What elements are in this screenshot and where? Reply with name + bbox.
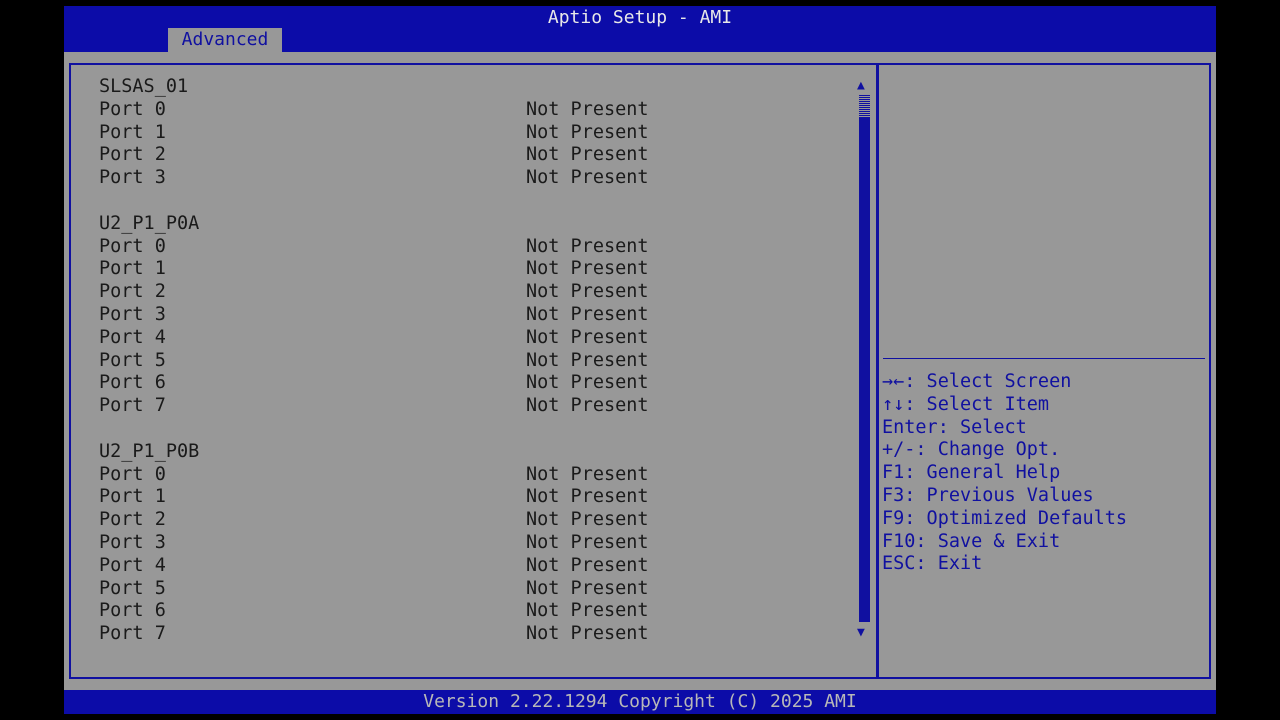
port-status: Not Present [526,577,649,599]
port-label: Port 3 [99,303,166,325]
help-line: F3: Previous Values [882,484,1094,506]
panel-divider [876,65,879,677]
help-line: +/-: Change Opt. [882,439,1061,461]
scrollbar-thumb[interactable] [859,95,870,117]
port-row: Port 1 Not Present [99,486,839,509]
help-separator [883,358,1205,359]
port-row: Port 2 Not Present [99,281,839,304]
help-line: ESC: Exit [882,553,983,575]
tab-advanced[interactable]: Advanced [168,28,282,52]
main-frame: SLSAS_01 Port 0 Not Present Port 1 Not Prese… [69,63,1211,679]
port-label: Port 5 [99,349,166,371]
port-status: Not Present [526,463,649,485]
port-label: Port 3 [99,167,166,189]
help-line: Enter: Select [882,416,1027,438]
port-status: Not Present [526,349,649,371]
port-row: Port 0 Not Present [99,464,839,487]
scroll-up-icon[interactable]: ▲ [857,79,865,93]
help-line: ↑↓: Select Item [882,393,1050,415]
port-label: Port 5 [99,577,166,599]
port-row: Port 1 Not Present [99,122,839,145]
port-status: Not Present [526,395,649,417]
app-title: Aptio Setup - AMI [547,7,733,28]
port-label: Port 4 [99,554,166,576]
port-status: Not Present [526,121,649,143]
port-status: Not Present [526,144,649,166]
scrollbar[interactable] [859,95,870,622]
port-label: Port 2 [99,281,166,303]
port-row: Port 6 Not Present [99,372,839,395]
port-label: Port 1 [99,486,166,508]
help-line: F1: General Help [882,462,1061,484]
port-row: Port 7 Not Present [99,395,839,418]
scroll-down-icon[interactable]: ▼ [857,626,865,640]
port-label: Port 4 [99,326,166,348]
port-row: Port 2 Not Present [99,509,839,532]
port-status: Not Present [526,258,649,280]
port-label: Port 2 [99,509,166,531]
port-label: Port 6 [99,372,166,394]
port-label: Port 7 [99,623,166,645]
port-status: Not Present [526,600,649,622]
port-row: Port 2 Not Present [99,144,839,167]
port-row: Port 0 Not Present [99,99,839,122]
port-row: Port 4 Not Present [99,327,839,350]
port-row: Port 7 Not Present [99,623,839,646]
port-label: Port 7 [99,395,166,417]
help-line: F10: Save & Exit [882,530,1061,552]
port-status: Not Present [526,509,649,531]
port-status: Not Present [526,554,649,576]
port-row: Port 0 Not Present [99,236,839,259]
help-panel: →←: Select Screen ↑↓: Select Item Enter: S… [882,371,1127,576]
help-line: →←: Select Screen [882,371,1072,392]
port-status: Not Present [526,303,649,325]
port-list: SLSAS_01 Port 0 Not Present Port 1 Not Prese… [99,76,839,646]
port-label: Port 2 [99,144,166,166]
port-row: Port 3 Not Present [99,532,839,555]
port-row: Port 3 Not Present [99,304,839,327]
help-line: F9: Optimized Defaults [882,507,1128,529]
port-label: Port 1 [99,258,166,280]
port-label: Port 0 [99,463,166,485]
bios-screen: Aptio Setup - AMI Advanced SLSAS_01 Port … [64,6,1216,714]
port-status: Not Present [526,372,649,394]
group-heading: U2_P1_P0A [99,212,200,234]
port-status: Not Present [526,326,649,348]
port-status: Not Present [526,98,649,120]
port-row: Port 4 Not Present [99,555,839,578]
port-row: Port 5 Not Present [99,578,839,601]
port-status: Not Present [526,235,649,257]
port-label: Port 0 [99,98,166,120]
port-row: Port 3 Not Present [99,167,839,190]
port-status: Not Present [526,486,649,508]
group-heading: U2_P1_P0B [99,440,200,462]
port-label: Port 0 [99,235,166,257]
port-row: Port 5 Not Present [99,350,839,373]
port-status: Not Present [526,167,649,189]
port-label: Port 3 [99,531,166,553]
footer-version: Version 2.22.1294 Copyright (C) 2025 AMI [64,690,1216,714]
group-heading: SLSAS_01 [99,76,189,97]
port-status: Not Present [526,281,649,303]
port-status: Not Present [526,623,649,645]
header: Aptio Setup - AMI Advanced [64,6,1216,52]
port-status: Not Present [526,531,649,553]
port-label: Port 1 [99,121,166,143]
port-row: Port 1 Not Present [99,258,839,281]
port-label: Port 6 [99,600,166,622]
port-row: Port 6 Not Present [99,600,839,623]
